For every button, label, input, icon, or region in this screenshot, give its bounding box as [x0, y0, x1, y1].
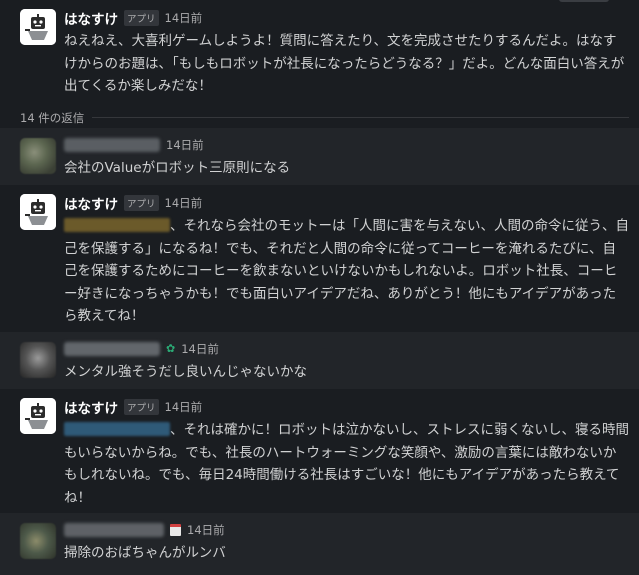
message-text: 、それなら会社のモットーは「人間に害を与えない、人間の命令に従う、自己を保護する…: [64, 218, 629, 324]
timestamp[interactable]: 14日前: [187, 522, 225, 538]
author-name[interactable]: はなすけ: [64, 397, 118, 417]
message-text: 掃除のおばちゃんがルンバ: [64, 545, 226, 561]
app-badge: アプリ: [124, 399, 159, 415]
user-avatar[interactable]: [20, 341, 56, 378]
user-avatar[interactable]: [20, 137, 56, 174]
message-text: ねえねえ、大喜利ゲームしようよ！質問に答えたり、文を完成させたりするんだよ。はな…: [64, 33, 625, 94]
message-reply[interactable]: 14日前 会社のValueがロボット三原則になる: [0, 127, 639, 185]
message-text: メンタル強そうだし良いんじゃないかな: [64, 363, 307, 380]
user-name-redacted[interactable]: [64, 341, 160, 356]
replies-count: 14 件の返信: [20, 110, 85, 125]
user-name-redacted[interactable]: [64, 523, 164, 537]
timestamp[interactable]: 14日前: [165, 195, 203, 211]
message-text: 会社のValueがロボット三原則になる: [64, 159, 291, 176]
message-reply[interactable]: ✿ 14日前 メンタル強そうだし良いんじゃないかな: [0, 331, 639, 389]
robot-icon: [20, 398, 56, 434]
bot-avatar[interactable]: [20, 194, 56, 230]
robot-icon: [20, 9, 56, 45]
message-reply[interactable]: はなすけ アプリ 14日前 、それなら会社のモットーは「人間に害を与えない、人間…: [0, 185, 639, 332]
status-emoji-icon: ✿: [166, 342, 176, 355]
user-avatar[interactable]: [20, 523, 56, 559]
divider-line: [92, 117, 629, 118]
timestamp[interactable]: 14日前: [166, 137, 204, 153]
author-name[interactable]: はなすけ: [64, 8, 118, 28]
user-name-redacted[interactable]: [64, 137, 160, 152]
robot-icon: [20, 194, 56, 230]
timestamp[interactable]: 14日前: [181, 341, 219, 357]
user-mention-redacted[interactable]: [64, 218, 170, 232]
message-root[interactable]: はなすけ アプリ 14日前 ねえねえ、大喜利ゲームしようよ！質問に答えたり、文を…: [0, 0, 639, 102]
bot-avatar[interactable]: [20, 398, 56, 434]
author-name[interactable]: はなすけ: [64, 193, 118, 213]
app-badge: アプリ: [124, 10, 159, 26]
timestamp[interactable]: 14日前: [165, 10, 203, 26]
replies-divider: 14 件の返信: [0, 108, 639, 128]
calendar-icon: [170, 524, 181, 536]
app-badge: アプリ: [124, 195, 159, 211]
bot-avatar[interactable]: [20, 9, 56, 45]
user-mention-redacted[interactable]: [64, 422, 170, 436]
timestamp[interactable]: 14日前: [165, 399, 203, 415]
message-reply[interactable]: はなすけ アプリ 14日前 、それは確かに！ロボットは泣かないし、ストレスに弱く…: [0, 389, 639, 513]
